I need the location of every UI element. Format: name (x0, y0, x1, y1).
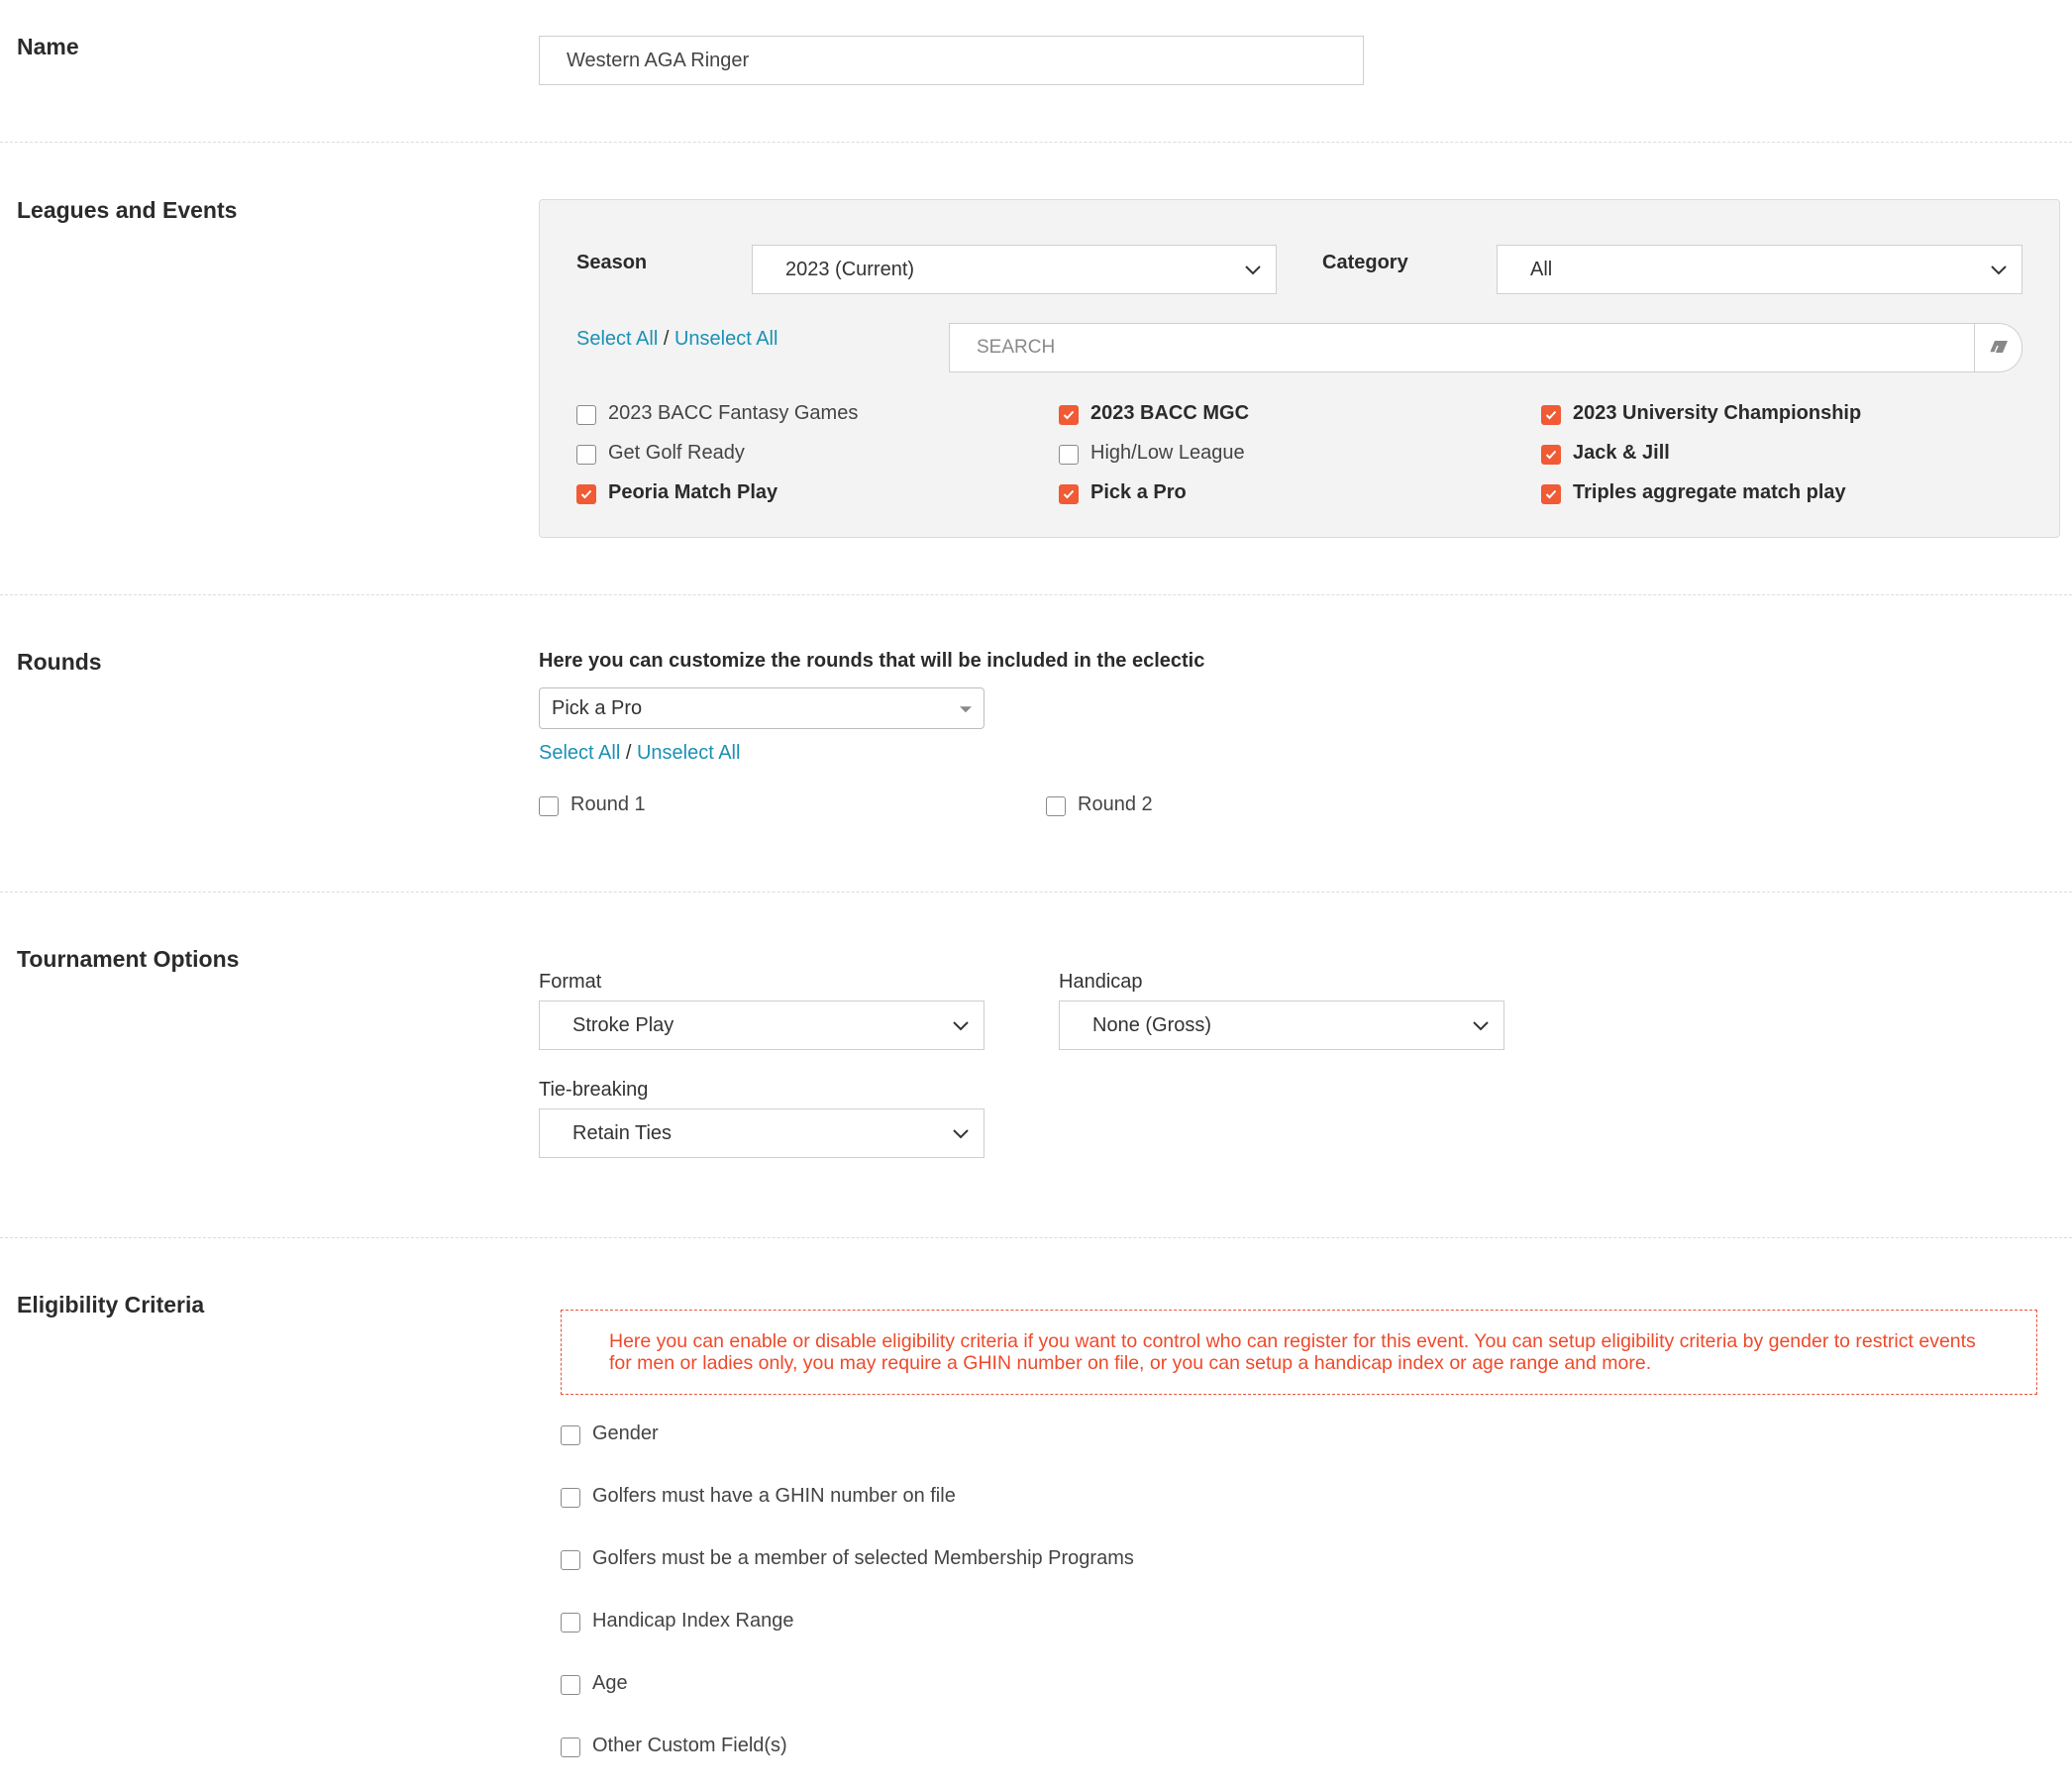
handicap-select-value: None (Gross) (1092, 1013, 1212, 1036)
criteria-checkbox[interactable]: Age (561, 1671, 628, 1695)
checkbox[interactable] (1046, 796, 1066, 816)
criteria-checkbox[interactable]: Golfers must have a GHIN number on file (561, 1484, 956, 1508)
criteria-checkbox-label: Handicap Index Range (592, 1609, 794, 1632)
checkbox-checked[interactable] (1541, 405, 1561, 425)
select-all-link[interactable]: Select All (576, 328, 658, 350)
round-checkbox-label: Round 2 (1078, 792, 1153, 815)
handicap-label: Handicap (1059, 971, 1143, 993)
checkbox[interactable] (576, 405, 596, 425)
criteria-checkbox[interactable]: Other Custom Field(s) (561, 1734, 787, 1757)
caret-down-icon (960, 706, 972, 713)
checkbox-checked[interactable] (1541, 484, 1561, 504)
format-select[interactable]: Stroke Play (539, 1001, 984, 1050)
checkbox-checked[interactable] (1059, 484, 1079, 504)
event-checkbox-label: 2023 BACC Fantasy Games (608, 401, 859, 424)
name-input[interactable]: Western AGA Ringer (539, 36, 1364, 85)
checkbox[interactable] (561, 1738, 580, 1757)
tiebreak-select[interactable]: Retain Ties (539, 1108, 984, 1158)
tournament-section-label: Tournament Options (17, 946, 240, 972)
tiebreak-label: Tie-breaking (539, 1079, 649, 1101)
event-checkbox[interactable]: Pick a Pro (1059, 480, 1187, 504)
checkbox[interactable] (561, 1613, 580, 1633)
leagues-section-label: Leagues and Events (17, 197, 238, 223)
checkbox-checked[interactable] (576, 484, 596, 504)
leagues-panel: Season 2023 (Current) Category All Selec… (539, 199, 2060, 538)
eligibility-notice: Here you can enable or disable eligibili… (561, 1310, 2037, 1395)
handicap-select[interactable]: None (Gross) (1059, 1001, 1504, 1050)
rounds-event-select-value: Pick a Pro (552, 696, 643, 719)
season-select-value: 2023 (Current) (785, 258, 915, 280)
criteria-checkbox[interactable]: Gender (561, 1422, 659, 1445)
rounds-heading: Here you can customize the rounds that w… (539, 650, 1205, 672)
event-checkbox[interactable]: 2023 University Championship (1541, 401, 1861, 425)
link-separator: / (663, 328, 670, 350)
checkbox-checked[interactable] (1541, 445, 1561, 465)
rounds-event-select[interactable]: Pick a Pro (539, 687, 984, 729)
criteria-checkbox-label: Gender (592, 1422, 659, 1444)
category-select[interactable]: All (1497, 245, 2022, 294)
event-checkbox-label: 2023 BACC MGC (1090, 401, 1250, 424)
divider (0, 1237, 2072, 1238)
format-select-value: Stroke Play (572, 1013, 674, 1036)
round-checkbox-label: Round 1 (570, 792, 646, 815)
format-label: Format (539, 971, 602, 993)
event-checkbox[interactable]: Jack & Jill (1541, 441, 1670, 465)
eraser-icon[interactable] (1974, 324, 2021, 371)
checkbox[interactable] (561, 1488, 580, 1508)
chevron-down-icon (1473, 1021, 1489, 1031)
divider (0, 594, 2072, 595)
season-select[interactable]: 2023 (Current) (752, 245, 1277, 294)
criteria-checkbox-label: Golfers must be a member of selected Mem… (592, 1546, 1134, 1569)
name-section-label: Name (17, 34, 79, 59)
criteria-checkbox-label: Golfers must have a GHIN number on file (592, 1484, 956, 1507)
checkbox[interactable] (539, 796, 559, 816)
chevron-down-icon (1245, 265, 1261, 275)
event-checkbox[interactable]: 2023 BACC MGC (1059, 401, 1249, 425)
checkbox-checked[interactable] (1059, 405, 1079, 425)
eligibility-section-label: Eligibility Criteria (17, 1292, 205, 1317)
chevron-down-icon (953, 1021, 969, 1031)
chevron-down-icon (953, 1129, 969, 1139)
rounds-section-label: Rounds (17, 649, 102, 675)
chevron-down-icon (1991, 265, 2007, 275)
event-checkbox-label: Peoria Match Play (608, 480, 778, 503)
criteria-checkbox-label: Age (592, 1671, 628, 1694)
round-checkbox[interactable]: Round 2 (1046, 792, 1153, 816)
event-checkbox-label: Triples aggregate match play (1573, 480, 1846, 503)
rounds-select-links: Select All / Unselect All (539, 742, 740, 765)
round-checkbox[interactable]: Round 1 (539, 792, 646, 816)
select-links: Select All / Unselect All (576, 328, 777, 351)
checkbox[interactable] (561, 1675, 580, 1695)
checkbox[interactable] (561, 1425, 580, 1445)
event-checkbox[interactable]: 2023 BACC Fantasy Games (576, 401, 858, 425)
category-select-value: All (1530, 258, 1553, 280)
event-checkbox-label: Jack & Jill (1573, 441, 1670, 464)
category-label: Category (1322, 252, 1408, 273)
checkbox[interactable] (576, 445, 596, 465)
rounds-unselect-all-link[interactable]: Unselect All (637, 742, 741, 764)
divider (0, 892, 2072, 893)
criteria-checkbox-label: Other Custom Field(s) (592, 1734, 787, 1756)
event-checkbox[interactable]: Get Golf Ready (576, 441, 745, 465)
event-checkbox-label: High/Low League (1090, 441, 1245, 464)
divider (0, 142, 2072, 143)
search-placeholder: SEARCH (977, 337, 1056, 358)
event-checkbox[interactable]: Peoria Match Play (576, 480, 777, 504)
event-checkbox-label: 2023 University Championship (1573, 401, 1862, 424)
event-checkbox[interactable]: Triples aggregate match play (1541, 480, 1846, 504)
unselect-all-link[interactable]: Unselect All (674, 328, 778, 350)
season-label: Season (576, 252, 648, 273)
criteria-checkbox[interactable]: Golfers must be a member of selected Mem… (561, 1546, 1134, 1570)
event-checkbox-label: Pick a Pro (1090, 480, 1187, 503)
event-checkbox[interactable]: High/Low League (1059, 441, 1245, 465)
checkbox[interactable] (561, 1550, 580, 1570)
rounds-select-all-link[interactable]: Select All (539, 742, 620, 764)
checkbox[interactable] (1059, 445, 1079, 465)
criteria-checkbox[interactable]: Handicap Index Range (561, 1609, 793, 1633)
event-checkbox-label: Get Golf Ready (608, 441, 745, 464)
tiebreak-select-value: Retain Ties (572, 1121, 673, 1144)
search-field[interactable]: SEARCH (949, 323, 2022, 372)
link-separator: / (625, 742, 632, 764)
